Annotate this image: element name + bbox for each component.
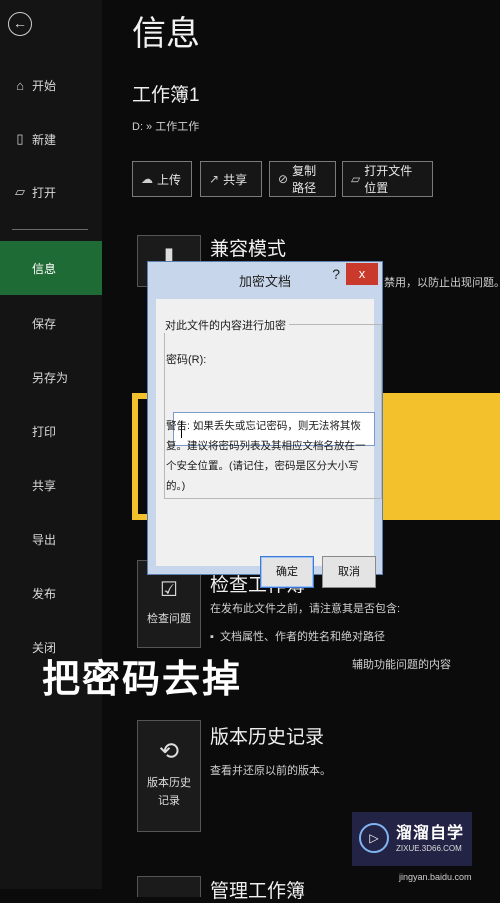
- share-button-label: 共享: [223, 172, 248, 187]
- page-title: 信息: [132, 15, 200, 53]
- compatibility-title: 兼容模式: [210, 239, 287, 260]
- ok-button[interactable]: 确定: [260, 556, 314, 588]
- help-icon[interactable]: ?: [332, 266, 340, 282]
- sidebar-item-share[interactable]: 共享: [0, 470, 102, 500]
- backstage-sidebar: ← ⌂ 开始 ▯ 新建 ▱ 打开 信息 保存 另存为 打印 共享 导出 发布 关…: [0, 0, 102, 889]
- sidebar-item-save-as[interactable]: 另存为: [0, 362, 102, 392]
- copy-path-button-label: 复制路径: [292, 164, 317, 195]
- sidebar-item-info[interactable]: 信息: [0, 241, 102, 295]
- version-history-card-label: 版本历史记录: [147, 777, 191, 807]
- new-document-icon: ▯: [16, 131, 24, 146]
- sidebar-item-label: 打开: [32, 185, 57, 200]
- share-button[interactable]: ↗ 共享: [200, 161, 262, 197]
- source-url: jingyan.baidu.com: [399, 872, 472, 882]
- sidebar-item-label: 打印: [32, 424, 57, 439]
- share-icon: ↗: [209, 172, 220, 186]
- play-logo-icon: ▷: [359, 823, 389, 853]
- inspect-bullet-text: 文档属性、作者的姓名和绝对路径: [220, 631, 386, 643]
- cloud-upload-icon: ☁: [141, 172, 153, 186]
- overlay-caption: 把密码去掉: [42, 657, 243, 701]
- sidebar-item-label: 发布: [32, 586, 57, 601]
- sidebar-item-home[interactable]: ⌂ 开始: [0, 70, 102, 100]
- open-file-location-button[interactable]: ▱ 打开文件位置: [342, 161, 433, 197]
- sidebar-item-label: 导出: [32, 532, 57, 547]
- sidebar-item-new[interactable]: ▯ 新建: [0, 124, 102, 154]
- sidebar-item-open[interactable]: ▱ 打开: [0, 177, 102, 207]
- group-label: 对此文件的内容进行加密: [162, 317, 289, 333]
- bullet-icon: ▪: [210, 631, 214, 643]
- password-warning: 警告: 如果丢失或忘记密码，则无法将其恢复。建议将密码列表及其相应文档名放在一个…: [166, 420, 366, 492]
- sidebar-divider: [12, 229, 88, 230]
- version-history-desc: 查看并还原以前的版本。: [210, 765, 331, 777]
- document-name: 工作簿1: [132, 85, 200, 106]
- home-icon: ⌂: [16, 77, 24, 93]
- close-icon[interactable]: x: [346, 263, 378, 285]
- sidebar-item-label: 开始: [32, 78, 57, 93]
- open-file-location-label: 打开文件位置: [364, 164, 413, 195]
- watermark-url: ZIXUE.3D66.COM: [396, 844, 462, 853]
- inspect-workbook-desc: 在发布此文件之前，请注意其是否包含:: [210, 603, 401, 615]
- sidebar-item-publish[interactable]: 发布: [0, 578, 102, 608]
- upload-button[interactable]: ☁ 上传: [132, 161, 192, 197]
- document-path[interactable]: D: » 工作工作: [132, 118, 199, 134]
- inspect-bullet-properties: ▪ 文档属性、作者的姓名和绝对路径: [210, 628, 385, 644]
- sidebar-item-label: 信息: [32, 261, 57, 276]
- sidebar-item-save[interactable]: 保存: [0, 308, 102, 338]
- manage-workbook-card[interactable]: [137, 876, 201, 897]
- watermark-brand: 溜溜自学: [396, 825, 465, 842]
- password-label: 密码(R):: [166, 354, 207, 366]
- sidebar-item-label: 另存为: [32, 370, 69, 385]
- folder-icon: ▱: [351, 172, 361, 186]
- sidebar-item-export[interactable]: 导出: [0, 524, 102, 554]
- cancel-button[interactable]: 取消: [322, 556, 376, 588]
- inspect-card-label: 检查问题: [147, 613, 191, 625]
- folder-open-icon: ▱: [15, 184, 25, 199]
- inspect-document-icon: ☑: [160, 579, 178, 601]
- sidebar-item-label: 新建: [32, 132, 57, 147]
- watermark-badge: ▷ 溜溜自学 ZIXUE.3D66.COM: [352, 812, 472, 866]
- copy-path-button[interactable]: ⊘ 复制路径: [269, 161, 336, 197]
- sidebar-item-print[interactable]: 打印: [0, 416, 102, 446]
- link-icon: ⊘: [278, 172, 289, 186]
- sidebar-item-label: 保存: [32, 316, 57, 331]
- history-clock-icon: ⟲: [158, 738, 180, 765]
- sidebar-item-label: 共享: [32, 478, 57, 493]
- version-history-title: 版本历史记录: [210, 727, 325, 748]
- compatibility-text: 禁用，以防止出现问题。转: [384, 277, 500, 289]
- back-arrow-icon[interactable]: ←: [8, 12, 32, 36]
- inspect-bullet-accessibility: 辅助功能问题的内容: [352, 659, 451, 671]
- version-history-card[interactable]: ⟲ 版本历史记录: [137, 720, 201, 832]
- manage-workbook-title: 管理工作簿: [210, 881, 306, 902]
- upload-button-label: 上传: [157, 172, 182, 187]
- encrypt-document-dialog: 加密文档 ? x 确定 取消 对此文件的内容进行加密 密码(R): 警告: 如果…: [147, 261, 383, 588]
